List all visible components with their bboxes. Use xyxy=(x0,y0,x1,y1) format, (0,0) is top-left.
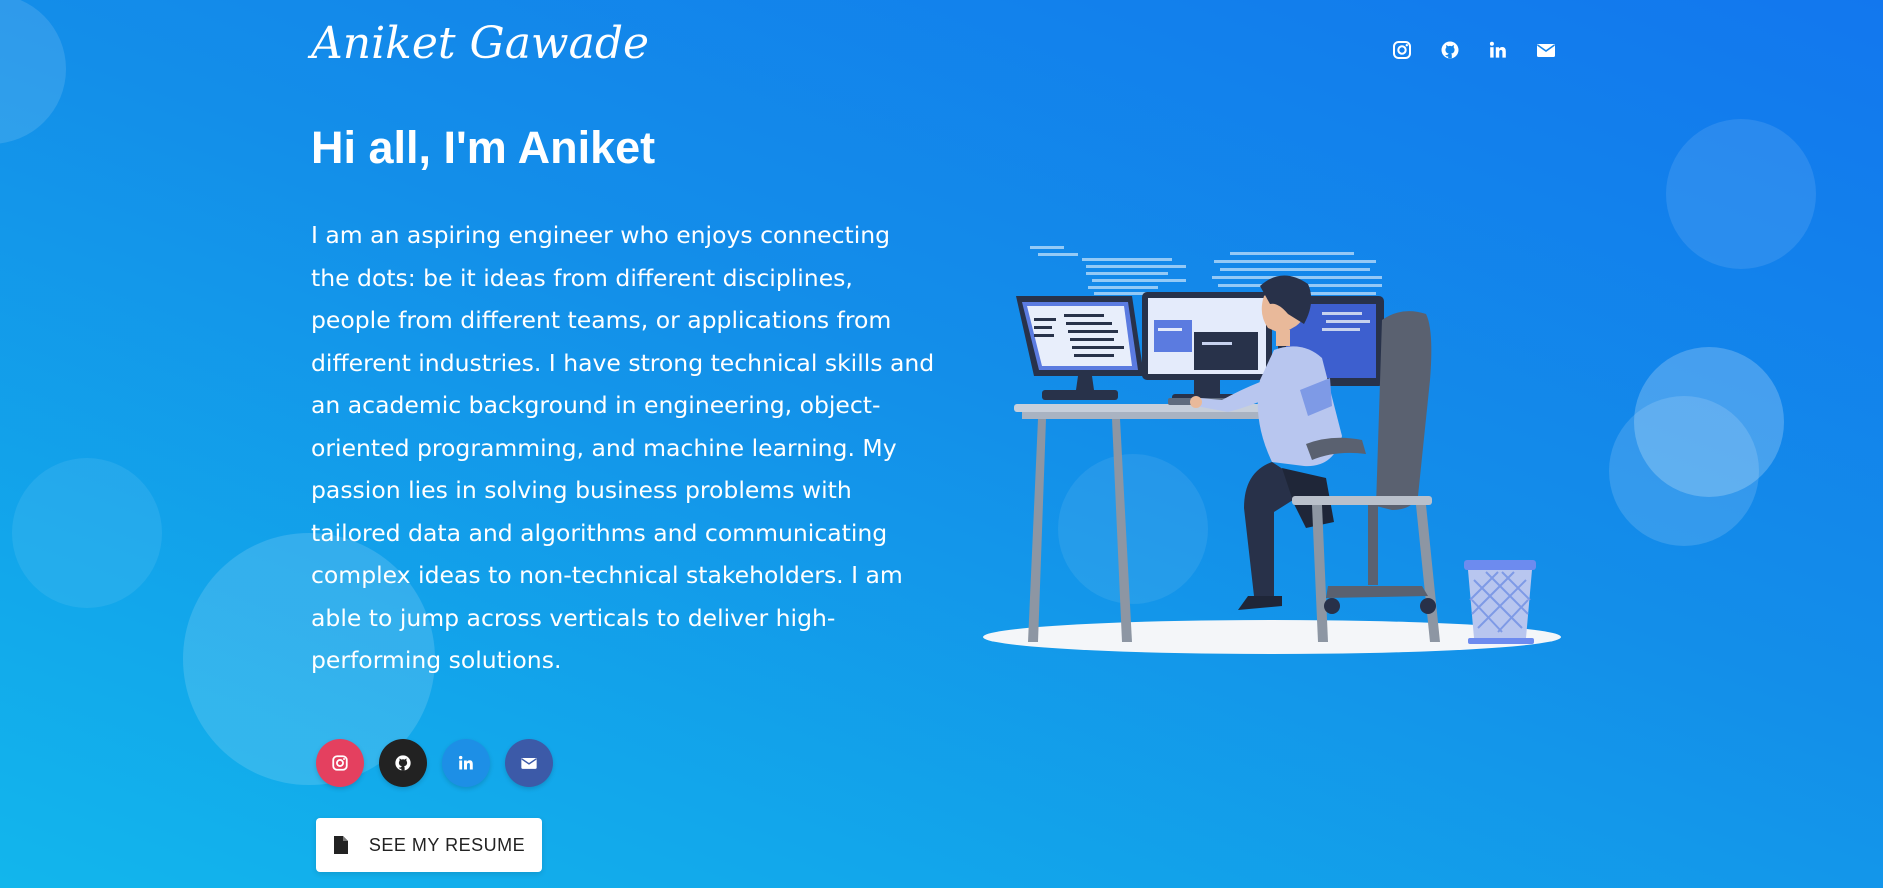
decorative-bubble xyxy=(1666,119,1816,269)
linkedin-button[interactable] xyxy=(442,739,490,787)
hero-bio: I am an aspiring engineer who enjoys con… xyxy=(311,221,935,674)
instagram-icon[interactable] xyxy=(1392,40,1412,60)
instagram-button[interactable] xyxy=(316,739,364,787)
see-resume-label: SEE MY RESUME xyxy=(368,834,526,855)
mail-button[interactable] xyxy=(505,739,553,787)
header-social-links xyxy=(1392,40,1556,60)
document-icon xyxy=(333,836,348,854)
site-logo[interactable]: Aniket Gawade xyxy=(311,18,649,69)
hero-greeting: Hi all, I'm Aniket xyxy=(311,122,656,173)
social-media-buttons xyxy=(316,739,553,787)
github-icon xyxy=(395,755,411,771)
github-icon[interactable] xyxy=(1440,40,1460,60)
mail-icon xyxy=(521,758,537,769)
see-resume-button[interactable]: SEE MY RESUME xyxy=(316,818,542,872)
decorative-bubble xyxy=(12,458,162,608)
developer-at-desk-illustration xyxy=(983,246,1561,654)
github-button[interactable] xyxy=(379,739,427,787)
linkedin-icon xyxy=(458,755,473,770)
decorative-bubble xyxy=(0,0,66,144)
linkedin-icon[interactable] xyxy=(1488,40,1508,60)
mail-icon[interactable] xyxy=(1536,40,1556,60)
site-header: Aniket Gawade xyxy=(311,14,1556,94)
instagram-icon xyxy=(332,755,348,771)
decorative-bubble xyxy=(1609,396,1759,546)
